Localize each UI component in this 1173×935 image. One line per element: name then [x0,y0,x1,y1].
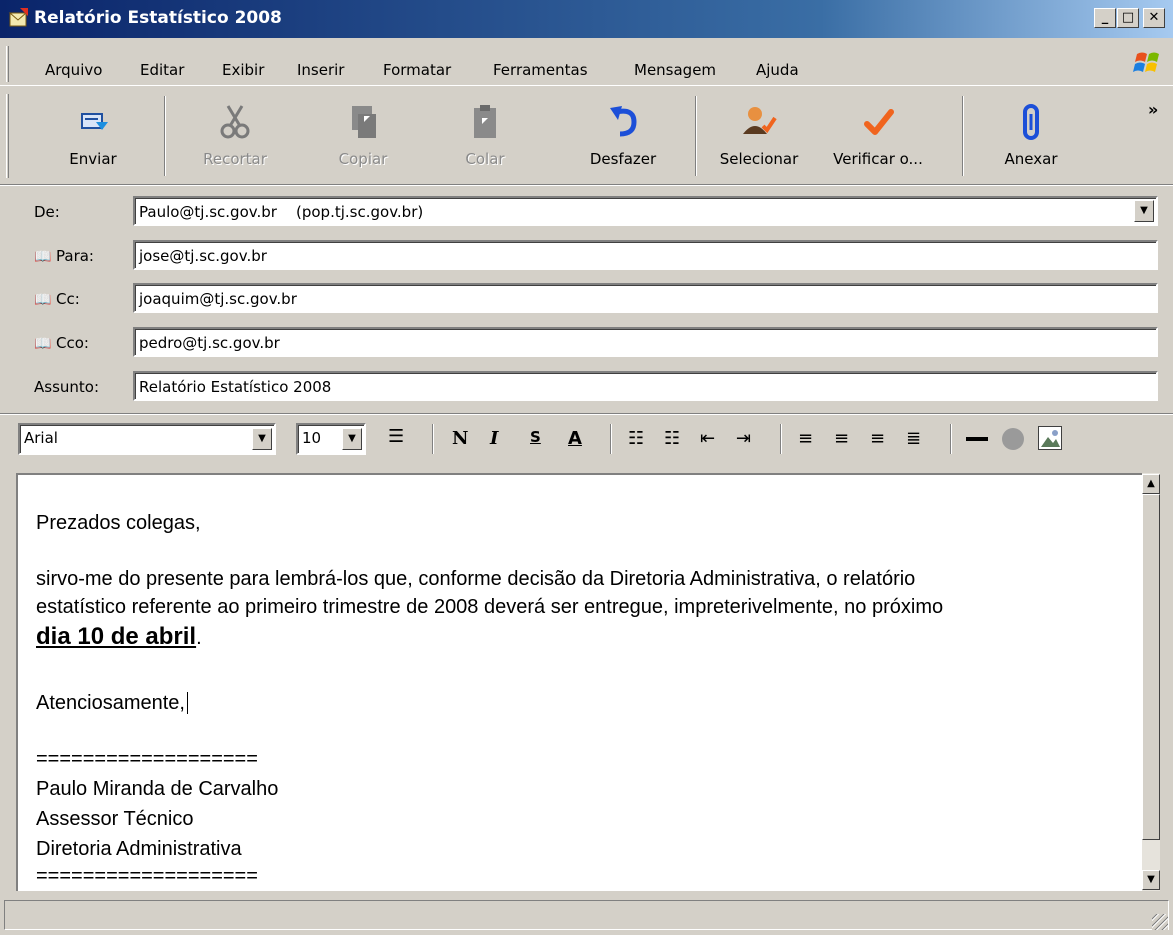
italic-button[interactable]: I [490,428,498,449]
from-dropdown-button[interactable]: ▼ [1134,200,1154,222]
body-closing: Atenciosamente, [36,692,194,715]
from-select[interactable]: Paulo@tj.sc.gov.br (pop.tj.sc.gov.br) [133,196,1158,226]
menu-arquivo[interactable]: Arquivo [45,61,102,79]
menu-grip[interactable] [6,46,9,82]
window-title: Relatório Estatístico 2008 [34,8,282,28]
attach-button[interactable]: Anexar [986,96,1076,178]
cc-field[interactable]: joaquim@tj.sc.gov.br [133,283,1158,313]
minimize-button[interactable]: _ [1094,8,1116,28]
body-period: . [196,627,202,649]
body-line: estatístico referente ao primeiro trimes… [36,596,944,618]
copy-button[interactable]: Copiar [318,96,408,178]
font-combo[interactable]: Arial [18,423,276,455]
body-line: sirvo-me do presente para lembrá-los que… [36,568,916,590]
undo-icon [610,106,637,137]
signature-dept: Diretoria Administrativa [36,838,242,860]
undo-button[interactable]: Desfazer [575,96,671,178]
windows-logo-icon [1133,48,1163,78]
font-size-dropdown-button[interactable]: ▼ [342,428,362,450]
paperclip-icon [1023,104,1039,140]
signature-role: Assessor Técnico [36,808,194,830]
numbered-list-icon[interactable]: ☷ [628,428,644,449]
menu-exibir[interactable]: Exibir [222,61,264,79]
paste-button[interactable]: Colar [440,96,530,178]
scroll-down-button[interactable]: ▼ [1142,870,1160,890]
subject-field[interactable]: Relatório Estatístico 2008 [133,371,1158,401]
copy-icon [352,106,376,138]
menu-ferramentas[interactable]: Ferramentas [493,61,588,79]
menu-inserir[interactable]: Inserir [297,61,344,79]
bold-button[interactable]: N [452,428,468,449]
maximize-button[interactable]: □ [1117,8,1139,28]
toolbar-divider [0,184,1173,186]
bcc-label-button[interactable]: 📖 Cco: [34,334,89,352]
toolbar-separator [164,96,166,176]
signature-name: Paulo Miranda de Carvalho [36,778,279,800]
format-separator [950,424,952,454]
justify-icon[interactable]: ≣ [906,428,921,449]
to-field[interactable]: jose@tj.sc.gov.br [133,240,1158,270]
send-button[interactable]: Enviar [48,96,138,178]
paste-icon [474,105,496,138]
hyperlink-icon[interactable] [1002,428,1024,450]
align-center-icon[interactable]: ≡ [834,428,849,449]
underline-button[interactable]: S [530,428,541,446]
menu-ajuda[interactable]: Ajuda [756,61,799,79]
status-bar [4,900,1169,930]
scroll-thumb[interactable] [1142,494,1160,840]
signature-rule: =================== [36,748,258,770]
message-window-icon [8,7,30,29]
check-icon [864,109,894,135]
subject-label: Assunto: [34,378,100,396]
bcc-field[interactable]: pedro@tj.sc.gov.br [133,327,1158,357]
select-recipients-button[interactable]: Selecionar [708,96,810,178]
paragraph-style-icon[interactable]: ☰ [388,426,404,447]
toolbar-grip[interactable] [6,94,9,178]
bulleted-list-icon[interactable]: ☷ [664,428,680,449]
increase-indent-icon[interactable]: ⇥ [736,428,751,449]
toolbar-separator [695,96,697,176]
message-body-editor[interactable]: Prezados colegas, sirvo-me do presente p… [16,473,1142,891]
menu-editar[interactable]: Editar [140,61,184,79]
menu-formatar[interactable]: Formatar [383,61,451,79]
toolbar-overflow-button[interactable]: » [1148,100,1158,119]
scissors-icon [220,105,250,139]
address-book-icon: 📖 [34,292,52,308]
format-separator [780,424,782,454]
address-book-icon: 📖 [34,336,52,352]
from-value: Paulo@tj.sc.gov.br (pop.tj.sc.gov.br) [139,203,424,221]
check-names-button[interactable]: Verificar o... [818,96,938,178]
font-color-button[interactable]: A [568,428,582,449]
menu-mensagem[interactable]: Mensagem [634,61,716,79]
to-label-button[interactable]: 📖 Para: [34,247,94,265]
from-label: De: [34,203,60,221]
font-dropdown-button[interactable]: ▼ [252,428,272,450]
cut-button[interactable]: Recortar [190,96,280,178]
close-button[interactable]: ✕ [1143,8,1165,28]
decrease-indent-icon[interactable]: ⇤ [700,428,715,449]
contacts-icon [743,107,777,134]
resize-grip-icon[interactable] [1152,914,1168,930]
deadline-text: dia 10 de abril [36,623,197,650]
body-greeting: Prezados colegas, [36,512,201,534]
horizontal-line-icon[interactable] [966,437,988,441]
address-book-icon: 📖 [34,249,52,265]
scroll-up-button[interactable]: ▲ [1142,474,1160,494]
text-cursor [186,692,194,714]
format-separator [610,424,612,454]
header-divider [0,413,1173,415]
cc-label-button[interactable]: 📖 Cc: [34,290,80,308]
insert-image-icon[interactable] [1038,426,1062,450]
signature-rule: =================== [36,865,258,887]
align-left-icon[interactable]: ≡ [798,428,813,449]
send-icon [81,113,108,130]
toolbar-separator [962,96,964,176]
format-separator [432,424,434,454]
align-right-icon[interactable]: ≡ [870,428,885,449]
